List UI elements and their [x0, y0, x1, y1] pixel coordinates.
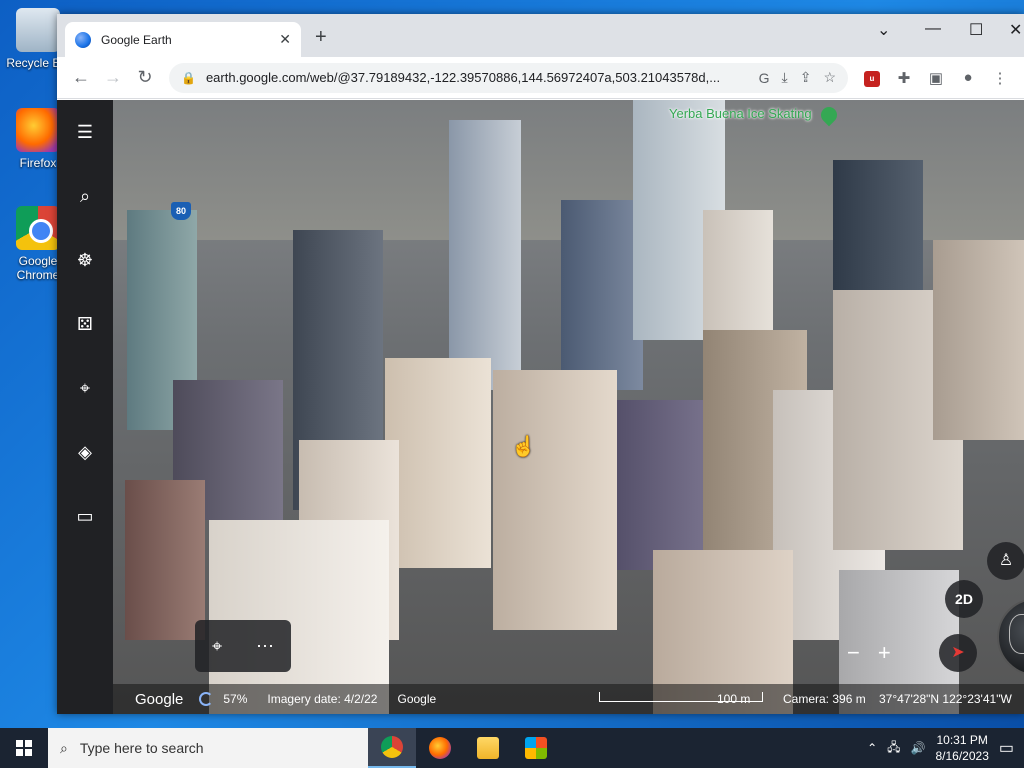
building-tower: [449, 120, 521, 390]
extensions-puzzle-icon[interactable]: ✚: [888, 69, 920, 87]
hand-cursor-icon: ☝: [511, 436, 536, 458]
volume-icon[interactable]: 🔊: [911, 741, 926, 755]
address-bar[interactable]: 🔒 earth.google.com/web/@37.79189432,-122…: [169, 62, 848, 93]
earth-sidebar: ☰ ⌕ ☸ ⚄ ⌖ ◈ ▭: [57, 100, 113, 714]
earth-favicon-icon: [75, 31, 91, 48]
projects-pin-icon[interactable]: ⌖: [71, 374, 99, 402]
share-icon[interactable]: ⇪: [800, 69, 812, 86]
clock[interactable]: 10:31 PM 8/16/2023: [935, 732, 988, 764]
taskbar-chrome[interactable]: [368, 728, 416, 768]
firefox-icon: [16, 108, 60, 152]
voyager-wheel-icon[interactable]: ☸: [71, 246, 99, 274]
add-placemark-icon[interactable]: ⌖: [212, 636, 222, 657]
feeling-lucky-dice-icon[interactable]: ⚄: [71, 310, 99, 338]
globe-land: [1009, 614, 1024, 654]
measure-ruler-icon[interactable]: ▭: [71, 502, 99, 530]
search-icon[interactable]: ⌕: [71, 182, 99, 210]
chrome-icon: [381, 736, 403, 758]
close-window-button[interactable]: ✕: [1009, 20, 1022, 40]
new-tab-button[interactable]: +: [315, 26, 327, 49]
chrome-menu-icon[interactable]: ⋮: [984, 69, 1016, 87]
tab-strip: Google Earth ✕ + ⌄ — ☐ ✕: [57, 14, 1024, 57]
store-icon: [525, 737, 547, 759]
building: [703, 210, 773, 340]
tab-title: Google Earth: [101, 32, 172, 47]
building: [933, 240, 1024, 440]
side-panel-icon[interactable]: ▣: [920, 69, 952, 87]
chrome-icon: [16, 206, 60, 250]
tab-search-icon[interactable]: ⌄: [877, 20, 890, 40]
earth-viewport: ☰ ⌕ ☸ ⚄ ⌖ ◈ ▭ Yerba Buena Ice Skating 80…: [57, 100, 1024, 714]
clock-date: 8/16/2023: [935, 749, 989, 763]
taskbar: ⌕ Type here to search ⌃ 🖧 🔊 10:31 PM 8/1…: [0, 728, 1024, 768]
profile-avatar-icon[interactable]: ●: [952, 69, 984, 86]
maximize-button[interactable]: ☐: [969, 20, 983, 40]
pegman-street-view-icon[interactable]: ♙: [987, 542, 1024, 580]
google-logo: Google: [135, 690, 184, 708]
tab-google-earth[interactable]: Google Earth ✕: [65, 22, 301, 57]
highway-shield: 80: [171, 202, 191, 220]
taskbar-file-explorer[interactable]: [464, 728, 512, 768]
compass-icon[interactable]: ➤: [939, 634, 977, 672]
toggle-2d-button[interactable]: 2D: [945, 580, 983, 618]
attribution[interactable]: Google: [397, 692, 436, 706]
bookmark-star-icon[interactable]: ☆: [823, 69, 836, 86]
scale-label: 100 m: [717, 692, 751, 706]
url-text: earth.google.com/web/@37.79189432,-122.3…: [205, 70, 721, 85]
firefox-icon: [429, 737, 451, 759]
draw-path-icon[interactable]: ⋯: [256, 636, 274, 657]
building: [493, 370, 617, 630]
poi-label[interactable]: Yerba Buena Ice Skating: [669, 103, 841, 126]
camera-altitude: Camera: 396 m: [783, 692, 866, 706]
forward-button[interactable]: →: [97, 67, 129, 88]
building: [385, 358, 491, 568]
loading-spinner-icon: [199, 692, 214, 706]
taskbar-firefox[interactable]: [416, 728, 464, 768]
google-lens-icon[interactable]: G: [759, 70, 770, 86]
map-pin-icon: [817, 103, 841, 126]
zoom-out-icon[interactable]: −: [847, 640, 860, 666]
ublock-icon: u: [864, 71, 880, 87]
clock-time: 10:31 PM: [936, 733, 988, 747]
tab-close-icon[interactable]: ✕: [279, 31, 291, 48]
reload-button[interactable]: ↻: [129, 67, 161, 88]
taskbar-search-box[interactable]: ⌕ Type here to search: [48, 728, 368, 768]
network-icon[interactable]: 🖧: [887, 738, 900, 759]
building: [561, 200, 643, 390]
browser-toolbar: ← → ↻ 🔒 earth.google.com/web/@37.7918943…: [57, 57, 1024, 99]
system-tray: ⌃ 🖧 🔊 10:31 PM 8/16/2023 ▭: [867, 732, 1024, 764]
install-app-icon[interactable]: ⤓: [782, 69, 788, 86]
search-placeholder: Type here to search: [79, 740, 204, 756]
globe-minimap[interactable]: [997, 598, 1024, 676]
building: [617, 400, 717, 570]
earth-status-bar: Google 57% Imagery date: 4/2/22 Google 1…: [113, 684, 1024, 714]
building: [125, 480, 205, 640]
folder-icon: [477, 737, 499, 759]
tray-chevron-icon[interactable]: ⌃: [867, 741, 877, 755]
recycle-bin-icon: [16, 8, 60, 52]
minimize-button[interactable]: —: [925, 20, 941, 38]
browser-window: Google Earth ✕ + ⌄ — ☐ ✕ ← → ↻ 🔒 earth.g…: [57, 14, 1024, 714]
back-button[interactable]: ←: [65, 67, 97, 88]
start-button[interactable]: [0, 728, 48, 768]
taskbar-store[interactable]: [512, 728, 560, 768]
draw-tools-panel: ⌖ ⋯: [195, 620, 291, 672]
load-progress: 57%: [223, 692, 248, 706]
lock-icon[interactable]: 🔒: [181, 71, 196, 85]
map-style-layers-icon[interactable]: ◈: [71, 438, 99, 466]
poi-label-text: Yerba Buena Ice Skating: [669, 106, 812, 121]
search-icon: ⌕: [60, 739, 68, 756]
3d-city-scene[interactable]: Yerba Buena Ice Skating 80 ☝ ⌖ ⋯ ♙ ⊕ 2D …: [113, 100, 1024, 714]
coordinates: 37°47'28"N 122°23'41"W: [879, 692, 1012, 706]
imagery-date: Imagery date: 4/2/22: [267, 692, 378, 706]
notifications-icon[interactable]: ▭: [999, 738, 1014, 758]
ublock-extension-button[interactable]: u: [856, 68, 888, 87]
zoom-controls: − +: [847, 640, 891, 666]
windows-logo-icon: [16, 740, 32, 756]
menu-icon[interactable]: ☰: [71, 118, 99, 146]
zoom-in-icon[interactable]: +: [878, 640, 891, 666]
